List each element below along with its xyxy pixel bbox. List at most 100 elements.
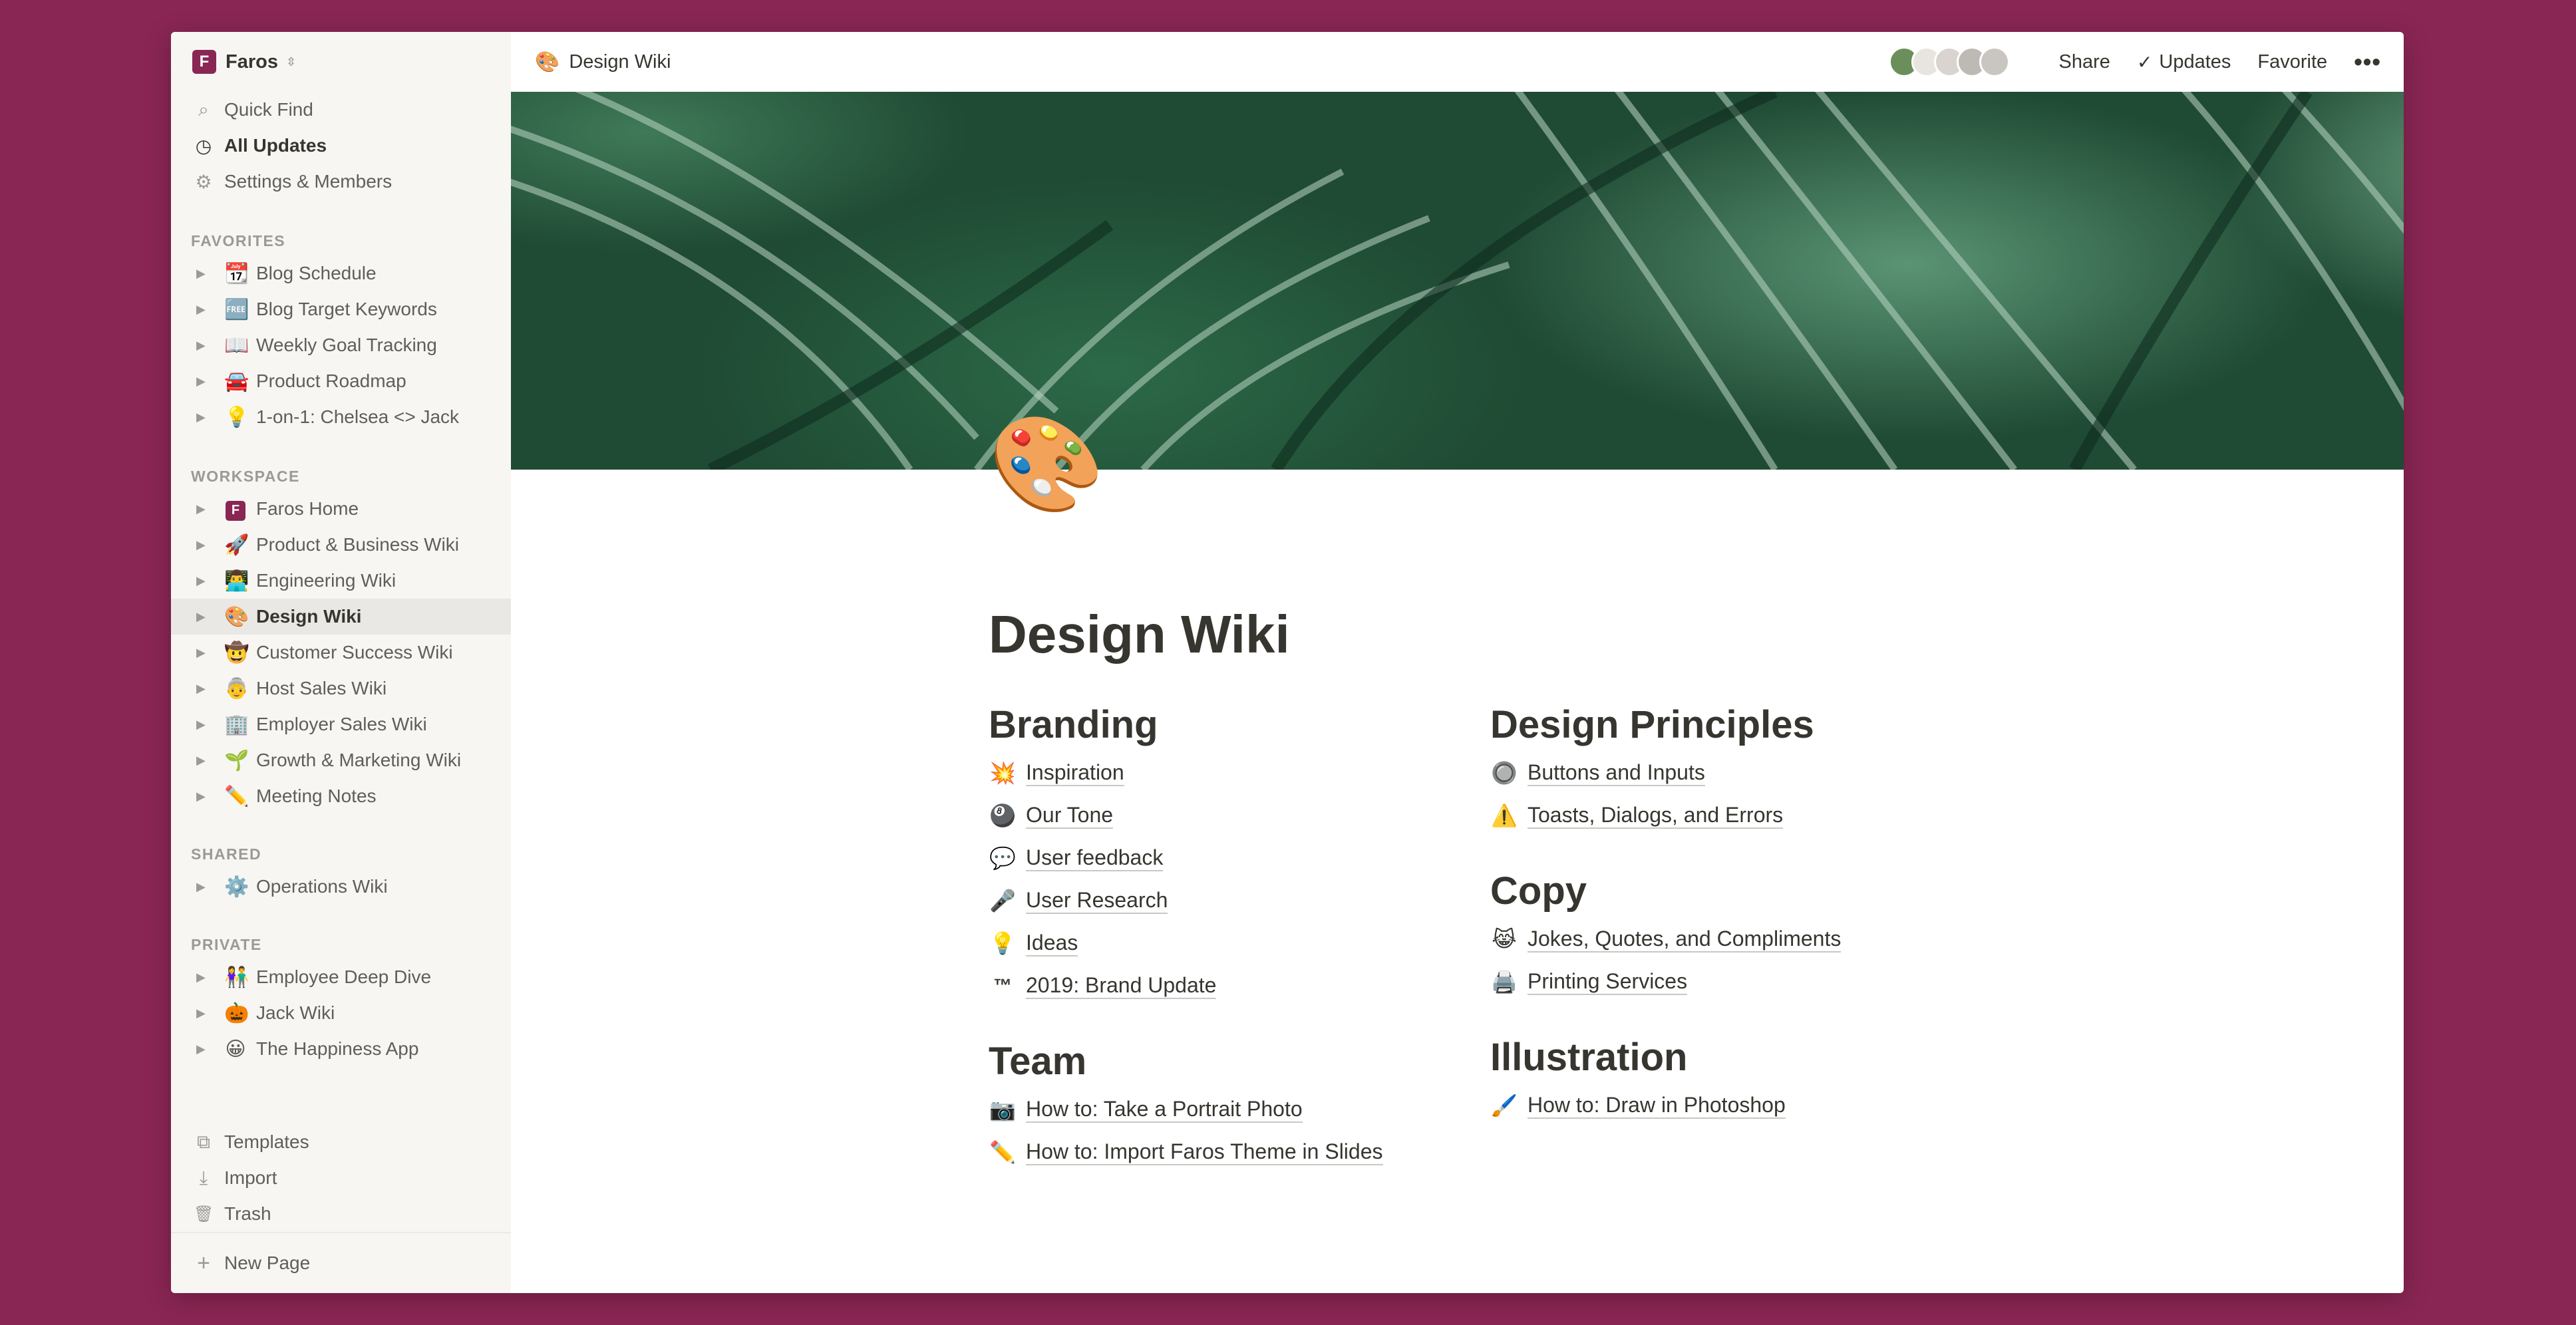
chevron-updown-icon: ⇳ [285,55,297,69]
collaborator-avatars[interactable] [1888,47,2010,77]
page-emoji-icon: 👵 [224,677,249,700]
share-button[interactable]: Share [2059,51,2110,73]
sidebar-item-blog-schedule[interactable]: ▶ 📆 Blog Schedule [171,255,511,291]
sidebar: F Faros ⇳ ⌕ Quick Find ◷ All Updates ⚙ S… [171,32,511,1293]
breadcrumb[interactable]: Design Wiki [569,51,671,73]
private-list: ▶ 👫 Employee Deep Dive ▶ 🎃 Jack Wiki ▶ 😀 The Hap… [171,959,511,1067]
page-link-our-tone[interactable]: 🎱 Our Tone [989,794,1490,837]
left-column: Branding 💥 Inspiration 🎱 Our Tone 💬 User feedb… [989,698,1490,1173]
link-emoji-icon: ⚠️ [1491,804,1518,827]
link-label: Jokes, Quotes, and Compliments [1528,926,1842,953]
new-page-button[interactable]: + New Page [171,1232,511,1293]
sidebar-item-label: Jack Wiki [256,1002,335,1023]
sidebar-item-host-sales-wiki[interactable]: ▶ 👵 Host Sales Wiki [171,670,511,706]
sidebar-item-blog-target-keywords[interactable]: ▶ 🆓 Blog Target Keywords [171,291,511,327]
expand-triangle-icon[interactable]: ▶ [196,970,211,984]
expand-triangle-icon[interactable]: ▶ [196,646,211,660]
sidebar-item-1-on-1-chelsea-jack[interactable]: ▶ 💡 1-on-1: Chelsea <> Jack [171,399,511,435]
sidebar-item-operations-wiki[interactable]: ▶ ⚙️ Operations Wiki [171,869,511,905]
sidebar-item-engineering-wiki[interactable]: ▶ 👨‍💻 Engineering Wiki [171,563,511,599]
plus-icon: + [197,1250,210,1276]
expand-triangle-icon[interactable]: ▶ [196,610,211,624]
expand-triangle-icon[interactable]: ▶ [196,374,211,388]
sidebar-item-label: Customer Success Wiki [256,642,453,662]
palette-icon[interactable]: 🎨 [989,418,1104,511]
sidebar-item-label: Growth & Marketing Wiki [256,750,462,770]
quick-find-button[interactable]: ⌕ Quick Find [171,92,511,128]
sidebar-item-label: Employer Sales Wiki [256,714,427,734]
link-label: Our Tone [1026,802,1114,829]
page-link-printing-services[interactable]: 🖨️ Printing Services [1490,960,1992,1003]
expand-triangle-icon[interactable]: ▶ [196,267,211,281]
link-label: Buttons and Inputs [1528,760,1705,786]
new-page-label: New Page [224,1252,311,1273]
clock-icon: ◷ [195,135,212,156]
page-link-how-to-draw-in-photoshop[interactable]: 🖌️ How to: Draw in Photoshop [1490,1084,1992,1127]
templates-button[interactable]: ⧉ Templates [171,1124,511,1160]
expand-triangle-icon[interactable]: ▶ [196,718,211,732]
link-emoji-icon: 🎱 [989,804,1016,827]
page-link-2019-brand-update[interactable]: ™ 2019: Brand Update [989,964,1490,1007]
avatar[interactable] [1979,47,2010,77]
page-emoji-icon: 😀 [225,1038,246,1060]
expand-triangle-icon[interactable]: ▶ [196,303,211,317]
page-link-user-feedback[interactable]: 💬 User feedback [989,837,1490,879]
trash-button[interactable]: 🗑 Trash [171,1196,511,1232]
sidebar-item-label: Blog Schedule [256,263,377,283]
sidebar-item-product-roadmap[interactable]: ▶ 🚘 Product Roadmap [171,363,511,399]
sidebar-item-employer-sales-wiki[interactable]: ▶ 🏢 Employer Sales Wiki [171,706,511,742]
templates-label: Templates [224,1131,309,1152]
sidebar-item-label: Meeting Notes [256,786,377,806]
page-link-how-to-take-a-portrait-photo[interactable]: 📷 How to: Take a Portrait Photo [989,1088,1490,1131]
favorite-button[interactable]: Favorite [2257,51,2327,73]
all-updates-label: All Updates [224,135,327,156]
link-emoji-icon: 😹 [1492,927,1517,951]
page-link-how-to-import-faros-theme-in-slides[interactable]: ✏️ How to: Import Faros Theme in Slides [989,1131,1490,1173]
shared-list: ▶ ⚙️ Operations Wiki [171,869,511,905]
settings-members-button[interactable]: ⚙ Settings & Members [171,164,511,200]
import-icon: ⤓ [199,1167,208,1188]
main-content: 🎨 Design Wiki Share ✓ Updates Favorite •… [511,32,2404,1293]
section-heading-branding: Branding [989,703,1158,746]
page-link-user-research[interactable]: 🎤 User Research [989,879,1490,922]
expand-triangle-icon[interactable]: ▶ [196,682,211,696]
expand-triangle-icon[interactable]: ▶ [196,339,211,353]
sidebar-item-the-happiness-app[interactable]: ▶ 😀 The Happiness App [171,1031,511,1067]
sidebar-item-growth-marketing-wiki[interactable]: ▶ 🌱 Growth & Marketing Wiki [171,742,511,778]
import-button[interactable]: ⤓ Import [171,1160,511,1196]
page-link-ideas[interactable]: 💡 Ideas [989,922,1490,964]
expand-triangle-icon[interactable]: ▶ [196,502,211,516]
expand-triangle-icon[interactable]: ▶ [196,790,211,804]
sidebar-item-jack-wiki[interactable]: ▶ 🎃 Jack Wiki [171,995,511,1031]
sidebar-item-product-business-wiki[interactable]: ▶ 🚀 Product & Business Wiki [171,527,511,563]
expand-triangle-icon[interactable]: ▶ [196,1006,211,1020]
sidebar-item-employee-deep-dive[interactable]: ▶ 👫 Employee Deep Dive [171,959,511,995]
sidebar-item-meeting-notes[interactable]: ▶ ✏️ Meeting Notes [171,778,511,814]
expand-triangle-icon[interactable]: ▶ [196,754,211,768]
page-link-inspiration[interactable]: 💥 Inspiration [989,752,1490,794]
expand-triangle-icon[interactable]: ▶ [196,1042,211,1056]
sidebar-item-weekly-goal-tracking[interactable]: ▶ 📖 Weekly Goal Tracking [171,327,511,363]
updates-button[interactable]: ✓ Updates [2137,51,2231,73]
page-link-toasts-dialogs-and-errors[interactable]: ⚠️ Toasts, Dialogs, and Errors [1490,794,1992,837]
workspace-switcher[interactable]: F Faros ⇳ [171,32,511,92]
sidebar-item-design-wiki[interactable]: ▶ 🎨 Design Wiki [171,599,511,635]
page-emoji-icon: 🚀 [224,533,249,556]
workspace-name: Faros [226,51,278,73]
page-emoji-icon: 🌱 [224,749,249,772]
page-emoji-icon: 🆓 [224,298,249,321]
page-link-buttons-and-inputs[interactable]: 🔘 Buttons and Inputs [1490,752,1992,794]
expand-triangle-icon[interactable]: ▶ [196,574,211,588]
page-link-jokes-quotes-and-compliments[interactable]: 😹 Jokes, Quotes, and Compliments [1490,918,1992,960]
sidebar-item-customer-success-wiki[interactable]: ▶ 🤠 Customer Success Wiki [171,635,511,670]
all-updates-button[interactable]: ◷ All Updates [171,128,511,164]
link-label: How to: Draw in Photoshop [1528,1092,1786,1119]
page-title[interactable]: Design Wiki [989,604,1992,665]
sidebar-item-label: Design Wiki [256,606,362,627]
more-options-icon[interactable]: ••• [2354,48,2381,76]
expand-triangle-icon[interactable]: ▶ [196,410,211,424]
expand-triangle-icon[interactable]: ▶ [196,538,211,552]
page-emoji-icon: 🤠 [224,641,249,664]
expand-triangle-icon[interactable]: ▶ [196,880,211,894]
sidebar-item-faros-home[interactable]: ▶ F Faros Home [171,491,511,527]
